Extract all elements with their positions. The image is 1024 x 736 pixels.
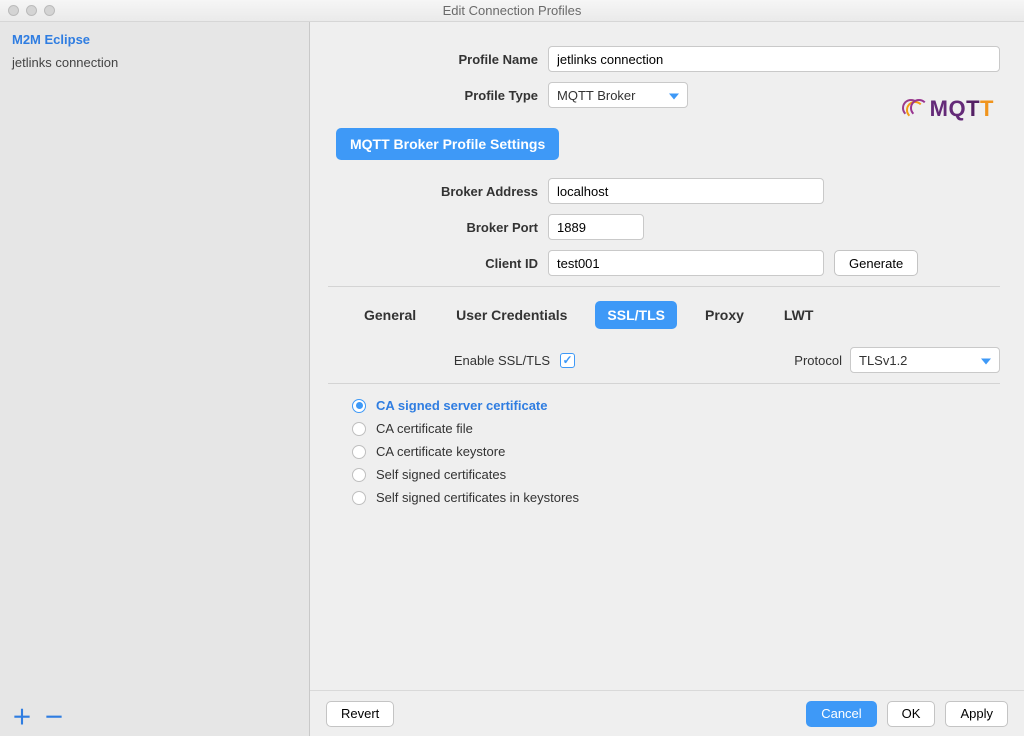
broker-address-input[interactable] [548,178,824,204]
radio-ca-signed[interactable]: CA signed server certificate [352,394,1000,417]
cert-radio-group: CA signed server certificate CA certific… [352,394,1000,509]
profiles-list: M2M Eclipse jetlinks connection [0,22,309,700]
titlebar: Edit Connection Profiles [0,0,1024,22]
tab-user-credentials[interactable]: User Credentials [444,301,579,329]
broker-address-label: Broker Address [328,184,548,199]
protocol-select[interactable]: TLSv1.2 [850,347,1000,373]
radio-label: CA certificate file [376,421,473,436]
revert-button[interactable]: Revert [326,701,394,727]
enable-ssl-label: Enable SSL/TLS [328,353,560,368]
tab-ssl-tls[interactable]: SSL/TLS [595,301,677,329]
mqtt-logo-icon [902,97,928,121]
radio-icon [352,422,366,436]
protocol-value: TLSv1.2 [859,353,907,368]
radio-ca-keystore[interactable]: CA certificate keystore [352,440,1000,463]
radio-label: CA certificate keystore [376,444,505,459]
broker-port-input[interactable] [548,214,644,240]
zoom-window-icon[interactable] [44,5,55,16]
window-title: Edit Connection Profiles [0,3,1024,18]
radio-icon [352,399,366,413]
radio-self-signed-keystore[interactable]: Self signed certificates in keystores [352,486,1000,509]
tab-proxy[interactable]: Proxy [693,301,756,329]
close-window-icon[interactable] [8,5,19,16]
radio-label: CA signed server certificate [376,398,547,413]
chevron-down-icon [669,88,679,103]
radio-label: Self signed certificates [376,467,506,482]
footer: Revert Cancel OK Apply [310,690,1024,736]
radio-icon [352,468,366,482]
profile-type-value: MQTT Broker [557,88,636,103]
radio-icon [352,445,366,459]
ssl-section: Enable SSL/TLS ✓ Protocol TLSv1.2 [328,347,1000,509]
apply-button[interactable]: Apply [945,701,1008,727]
client-id-label: Client ID [328,256,548,271]
section-heading: MQTT Broker Profile Settings [336,128,559,160]
generate-button[interactable]: Generate [834,250,918,276]
profiles-sidebar: M2M Eclipse jetlinks connection ＋ － [0,22,310,736]
add-profile-button[interactable]: ＋ [12,708,32,728]
content-split: M2M Eclipse jetlinks connection ＋ － Prof… [0,22,1024,736]
main-body: Profile Name Profile Type MQTT Broker [310,22,1024,690]
chevron-down-icon [981,353,991,368]
profile-name-label: Profile Name [328,52,548,67]
main-panel: Profile Name Profile Type MQTT Broker [310,22,1024,736]
tab-bar: General User Credentials SSL/TLS Proxy L… [352,301,1000,329]
minimize-window-icon[interactable] [26,5,37,16]
profile-type-select[interactable]: MQTT Broker [548,82,688,108]
sidebar-item-jetlinks[interactable]: jetlinks connection [10,51,309,74]
radio-label: Self signed certificates in keystores [376,490,579,505]
ok-button[interactable]: OK [887,701,936,727]
enable-ssl-checkbox[interactable]: ✓ [560,353,575,368]
divider [328,286,1000,287]
protocol-label: Protocol [794,353,842,368]
window-traffic-lights [8,5,55,16]
divider [328,383,1000,384]
radio-icon [352,491,366,505]
mqtt-logo: MQTT [902,96,994,122]
broker-port-label: Broker Port [328,220,548,235]
profile-type-label: Profile Type [328,88,548,103]
radio-self-signed[interactable]: Self signed certificates [352,463,1000,486]
radio-ca-file[interactable]: CA certificate file [352,417,1000,440]
tab-general[interactable]: General [352,301,428,329]
sidebar-item-m2m-eclipse[interactable]: M2M Eclipse [10,28,309,51]
client-id-input[interactable] [548,250,824,276]
remove-profile-button[interactable]: － [44,708,64,728]
cancel-button[interactable]: Cancel [806,701,876,727]
sidebar-footer: ＋ － [0,700,309,736]
profile-name-input[interactable] [548,46,1000,72]
tab-lwt[interactable]: LWT [772,301,826,329]
